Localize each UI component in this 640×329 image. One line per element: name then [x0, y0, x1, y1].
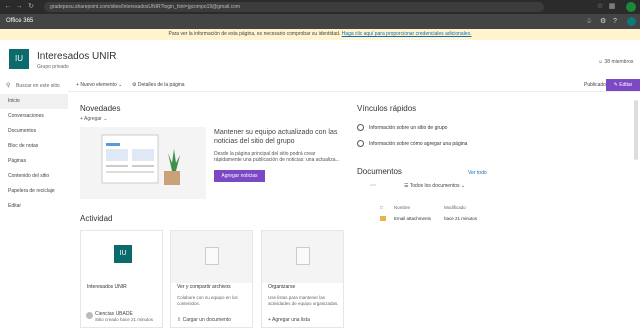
card-title: Organizarse [268, 284, 296, 290]
quick-link-label: Información sobre un sitio de grupo [369, 124, 448, 131]
author-avatar [86, 312, 93, 319]
card-meta: Sitio creado hace 21 minutos [95, 317, 154, 322]
upload-label: Cargar un documento [182, 317, 231, 323]
extensions-icon[interactable]: ▦ [608, 3, 616, 11]
suite-bar: Office 365 ♤ ⚙ ? [0, 14, 640, 29]
file-type-icon: □ [380, 205, 383, 210]
news-promo-title: Mantener su equipo actualizado con las n… [214, 129, 338, 145]
news-illustration [80, 127, 206, 199]
card-title: Interesados UNIR [87, 284, 127, 290]
quick-link[interactable]: Información sobre cómo agregar una págin… [357, 140, 467, 148]
card-text: Use listas para mantener las actividades… [268, 295, 339, 306]
activity-card[interactable]: Organizarse Use listas para mantener las… [261, 230, 344, 328]
bell-icon[interactable]: ♤ [586, 17, 592, 26]
upload-document-link[interactable]: ⇧ Cargar un documento [177, 317, 231, 323]
nav-item-editar[interactable]: Editar [0, 199, 68, 214]
activity-card[interactable]: Ver y compartir archivos Colabore con su… [170, 230, 253, 328]
address-bar[interactable]: gradepesu.sharepoint.com/sites/Interesad… [44, 2, 544, 12]
card-thumbnail [262, 231, 343, 283]
add-list-link[interactable]: + Agregar una lista [268, 317, 310, 323]
list-icon [296, 247, 310, 265]
col-name[interactable]: Nombre [394, 205, 410, 211]
site-subtitle: Grupo privado [37, 64, 69, 70]
card-thumbnail: IU [81, 231, 162, 283]
add-list-label: Agregar una lista [272, 317, 310, 323]
add-label: Agregar [84, 116, 102, 122]
credentials-notice: Para ver la información de esta página, … [0, 29, 640, 40]
members-label: 38 miembros [604, 59, 634, 65]
star-icon[interactable]: ☆ [596, 3, 604, 11]
news-illustration-svg [101, 134, 180, 185]
published-status: Publicado [584, 82, 606, 88]
gear-icon[interactable]: ⚙ [600, 17, 606, 26]
back-icon[interactable]: ← [4, 3, 12, 11]
add-news-button[interactable]: Agregar noticias [214, 170, 265, 182]
nav-item-paginas[interactable]: Páginas [0, 154, 68, 169]
col-modified[interactable]: Modificado [444, 205, 466, 211]
folder-icon [380, 215, 389, 222]
members-count[interactable]: ☺ 38 miembros [598, 59, 633, 66]
more-icon[interactable]: ⋯ [370, 182, 376, 189]
site-logo-small: IU [114, 245, 132, 263]
quick-link-label: Información sobre cómo agregar una págin… [369, 140, 468, 147]
documents-heading: Documentos [357, 167, 402, 176]
nav-item-papelera[interactable]: Papelera de reciclaje [0, 184, 68, 199]
globe-icon [357, 124, 364, 131]
forward-icon[interactable]: → [15, 3, 23, 11]
quick-link[interactable]: Información sobre un sitio de grupo [357, 124, 447, 132]
site-logo[interactable]: IU [9, 49, 29, 69]
app-title[interactable]: Office 365 [6, 17, 33, 26]
page-details-button[interactable]: ⚙ Detalles de la página [132, 81, 185, 90]
activity-heading: Actividad [80, 214, 113, 223]
quick-links-heading: Vínculos rápidos [357, 104, 417, 113]
nav-item-bloc-de-notas[interactable]: Bloc de notas [0, 139, 68, 154]
nav-item-inicio[interactable]: Inicio [0, 94, 68, 109]
edit-label: Editar [619, 82, 633, 88]
person-icon: ☺ [598, 59, 604, 65]
nav-item-conversaciones[interactable]: Conversaciones [0, 109, 68, 124]
reload-icon[interactable]: ↻ [27, 3, 35, 11]
card-thumbnail [171, 231, 252, 283]
left-nav: Inicio Conversaciones Documentos Bloc de… [0, 94, 68, 214]
see-all-link[interactable]: Ver todo [468, 170, 487, 177]
help-icon[interactable]: ? [613, 17, 617, 26]
browser-toolbar: ← → ↻ gradepesu.sharepoint.com/sites/Int… [0, 0, 640, 14]
command-bar: + Nuevo elemento ⌄ ⚙ Detalles de la pági… [68, 79, 640, 92]
notice-link[interactable]: Haga clic aquí para proporcionar credenc… [342, 31, 472, 37]
documents-view-select[interactable]: ☰ Todos los documentos ⌄ [404, 183, 465, 190]
doc-name[interactable]: Email attachments [394, 215, 431, 222]
edit-button[interactable]: ✎ Editar [606, 79, 640, 91]
filter-label: Todos los documentos [409, 183, 460, 189]
page-details-label: Detalles de la página [137, 82, 185, 88]
nav-item-documentos[interactable]: Documentos [0, 124, 68, 139]
news-heading: Novedades [80, 104, 121, 113]
globe-icon [357, 140, 364, 147]
scrollbar[interactable] [634, 100, 638, 160]
card-text: Colabore con su equipo en los contenidos… [177, 295, 238, 306]
new-item-button[interactable]: + Nuevo elemento ⌄ [76, 81, 122, 90]
avatar[interactable] [627, 17, 636, 26]
document-icon [205, 247, 219, 265]
doc-modified: hace 21 minutos [444, 216, 478, 221]
news-promo-body: Desde la página principal del sitio podr… [214, 151, 340, 163]
search-placeholder: Buscar en este sitio [16, 83, 60, 89]
nav-item-contenido[interactable]: Contenido del sitio [0, 169, 68, 184]
notice-text: Para ver la información de esta página, … [168, 31, 341, 37]
add-news-menu[interactable]: + Agregar ⌄ [80, 116, 107, 123]
new-item-label: Nuevo elemento [80, 82, 117, 88]
profile-avatar[interactable] [626, 2, 636, 12]
site-title[interactable]: Interesados UNIR [37, 51, 116, 63]
activity-card[interactable]: IU Interesados UNIR Ciencias UBADE Sitio… [80, 230, 163, 328]
search-input[interactable]: ⚲ Buscar en este sitio [6, 82, 66, 91]
search-icon: ⚲ [6, 83, 11, 89]
card-title: Ver y compartir archivos [177, 284, 231, 290]
